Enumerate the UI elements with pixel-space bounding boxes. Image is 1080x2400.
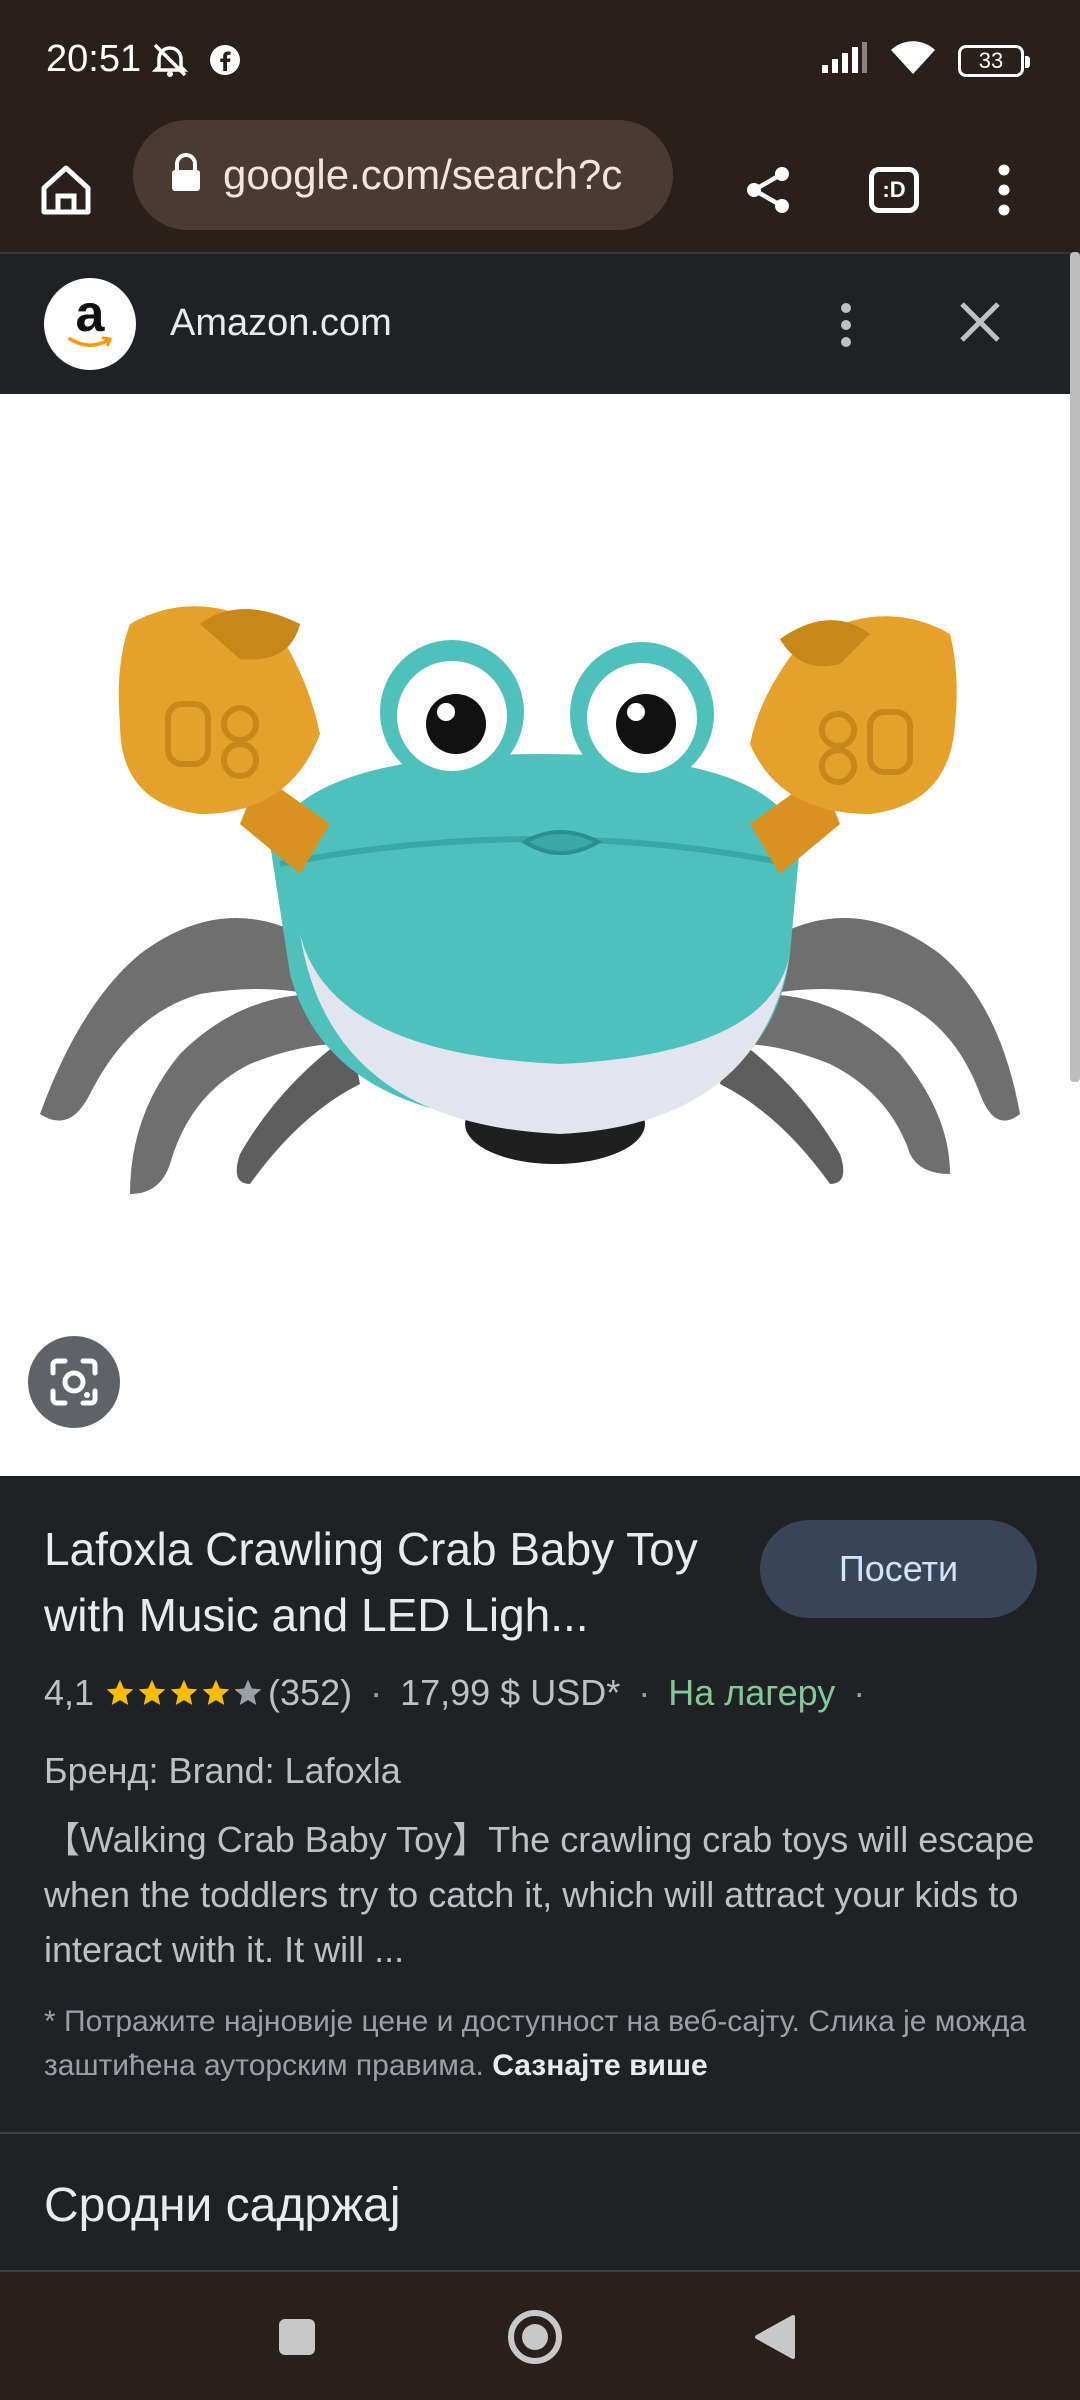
source-name[interactable]: Amazon.com bbox=[170, 302, 392, 345]
divider bbox=[0, 2132, 1080, 2134]
back-icon bbox=[755, 2315, 795, 2359]
more-menu-button[interactable] bbox=[964, 150, 1044, 230]
star-icon bbox=[170, 1679, 198, 1705]
availability: На лагеру bbox=[668, 1672, 836, 1713]
navigation-bar bbox=[0, 2272, 1080, 2400]
lock-icon bbox=[169, 152, 203, 198]
home-button[interactable] bbox=[26, 150, 106, 230]
source-header: a Amazon.com bbox=[0, 252, 1080, 394]
home-nav-button[interactable] bbox=[500, 2302, 570, 2372]
review-count: (352) bbox=[268, 1672, 353, 1713]
separator: · bbox=[853, 1672, 866, 1713]
tabs-icon: :D bbox=[869, 167, 919, 213]
product-description: 【Walking Crab Baby Toy】The crawling crab… bbox=[44, 1819, 1035, 1970]
home-icon bbox=[41, 165, 91, 215]
learn-more-link[interactable]: Сазнајте више bbox=[492, 2049, 707, 2082]
signal-icon bbox=[820, 41, 868, 80]
rating-value: 4,1 bbox=[44, 1672, 95, 1713]
lens-search-button[interactable] bbox=[28, 1336, 120, 1428]
star-icon bbox=[138, 1679, 166, 1705]
star-icon bbox=[202, 1679, 230, 1705]
close-icon bbox=[960, 302, 1000, 342]
product-title[interactable]: Lafoxla Crawling Crab Baby Toy with Musi… bbox=[44, 1516, 734, 1648]
source-more-button[interactable] bbox=[826, 290, 866, 360]
rating-stars bbox=[104, 1677, 264, 1709]
google-lens-icon bbox=[50, 1358, 98, 1406]
share-icon bbox=[747, 167, 789, 213]
amazon-logo: a bbox=[44, 278, 136, 370]
facebook-icon bbox=[208, 43, 242, 82]
brand-line: Бренд: Brand: Lafoxla bbox=[44, 1750, 401, 1791]
product-image[interactable] bbox=[0, 394, 1080, 1476]
separator: · bbox=[370, 1672, 383, 1713]
crab-toy-illustration bbox=[40, 606, 1020, 1194]
star-icon bbox=[106, 1679, 134, 1705]
disclaimer: * Потражите најновије цене и доступност … bbox=[44, 2005, 1027, 2082]
more-vert-icon bbox=[841, 303, 851, 347]
more-vert-icon bbox=[998, 164, 1010, 216]
back-button[interactable] bbox=[740, 2302, 810, 2372]
recents-icon bbox=[279, 2319, 315, 2355]
related-content-heading: Сродни садржај bbox=[44, 2179, 401, 2232]
price: 17,99 $ USD* bbox=[400, 1672, 621, 1713]
home-circle-icon bbox=[508, 2310, 562, 2364]
url-bar[interactable]: google.com/search?c bbox=[133, 120, 673, 230]
status-time: 20:51 bbox=[46, 38, 142, 80]
recents-button[interactable] bbox=[262, 2302, 332, 2372]
status-bar: 20:51 33 bbox=[0, 0, 1080, 126]
share-button[interactable] bbox=[728, 150, 808, 230]
wifi-icon bbox=[890, 40, 936, 81]
visit-button[interactable]: Посети bbox=[760, 1520, 1037, 1618]
url-text: google.com/search?c bbox=[223, 151, 623, 198]
close-button[interactable] bbox=[950, 292, 1010, 352]
tabs-button[interactable]: :D bbox=[854, 150, 934, 230]
scrollbar[interactable] bbox=[1070, 252, 1080, 1082]
separator: · bbox=[638, 1672, 651, 1713]
amazon-smile-icon bbox=[68, 336, 112, 347]
star-icon bbox=[234, 1679, 262, 1705]
product-meta-row: 4,1 (352) · 17,99 $ USD* · На лагеру · bbox=[44, 1672, 883, 1714]
screen: 20:51 33:D google.com/search?c a Amazon… bbox=[0, 0, 1080, 2400]
alarm-off-icon bbox=[150, 40, 190, 85]
battery-icon: 33 bbox=[958, 44, 1030, 77]
